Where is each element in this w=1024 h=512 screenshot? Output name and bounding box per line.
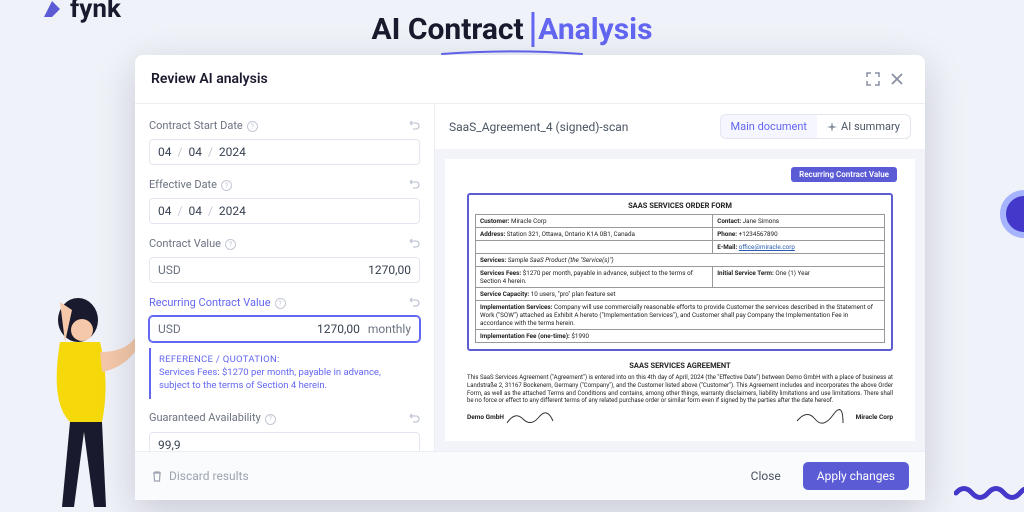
undo-icon[interactable] [408, 409, 420, 428]
trash-icon [151, 470, 163, 482]
highlight-badge: Recurring Contract Value [791, 167, 897, 182]
document-panel: SaaS_Agreement_4 (signed)-scan Main docu… [435, 104, 925, 451]
apply-changes-button[interactable]: Apply changes [803, 462, 909, 490]
discard-results-button[interactable]: Discard results [151, 469, 249, 483]
undo-icon[interactable] [408, 293, 420, 312]
undo-icon[interactable] [408, 175, 420, 194]
info-icon[interactable]: ? [225, 239, 236, 250]
document-page: Recurring Contract Value SAAS SERVICES O… [445, 159, 915, 441]
undo-icon[interactable] [408, 234, 420, 253]
guaranteed-availability-input[interactable]: 99,9 [149, 432, 420, 451]
field-recurring-value: Recurring Contract Value? USD 1270,00 mo… [149, 293, 420, 399]
field-contract-value: Contract Value? USD 1270,00 [149, 234, 420, 283]
document-viewer[interactable]: Recurring Contract Value SAAS SERVICES O… [435, 149, 925, 451]
doc-view-tabs: Main document AI summary [720, 114, 911, 139]
recurring-value-input[interactable]: USD 1270,00 monthly [149, 316, 420, 342]
expand-icon[interactable] [861, 67, 885, 91]
tab-main-document[interactable]: Main document [721, 115, 818, 138]
tab-ai-summary[interactable]: AI summary [817, 115, 910, 138]
info-icon[interactable]: ? [275, 298, 286, 309]
effective-date-input[interactable]: 04/ 04/ 2024 [149, 198, 420, 224]
field-contract-start-date: Contract Start Date? 04/ 04/ 2024 [149, 116, 420, 165]
deco-dot [1000, 190, 1024, 238]
modal-header: Review AI analysis [135, 55, 925, 104]
field-guaranteed-availability: Guaranteed Availability? 99,9 [149, 409, 420, 451]
close-icon[interactable] [885, 67, 909, 91]
page-title: AI Contract Analysis [371, 12, 652, 47]
form-panel: Contract Start Date? 04/ 04/ 2024 Effect… [135, 104, 435, 451]
modal-title: Review AI analysis [151, 71, 268, 87]
info-icon[interactable]: ? [265, 414, 276, 425]
modal-footer: Discard results Close Apply changes [135, 451, 925, 500]
contract-value-input[interactable]: USD 1270,00 [149, 257, 420, 283]
review-modal: Review AI analysis Contract Start Date? … [135, 55, 925, 500]
close-button[interactable]: Close [737, 462, 795, 490]
document-filename: SaaS_Agreement_4 (signed)-scan [449, 120, 710, 134]
info-icon[interactable]: ? [247, 121, 258, 132]
brand-logo: fynk [40, 0, 121, 24]
contract-start-date-input[interactable]: 04/ 04/ 2024 [149, 139, 420, 165]
sparkle-icon [827, 122, 837, 132]
info-icon[interactable]: ? [221, 180, 232, 191]
reference-quotation: REFERENCE / QUOTATION: Services Fees: $1… [149, 348, 420, 399]
deco-wave [954, 484, 1024, 502]
order-form-highlight: SAAS SERVICES ORDER FORM Customer: Mirac… [467, 193, 893, 351]
undo-icon[interactable] [408, 116, 420, 135]
field-effective-date: Effective Date? 04/ 04/ 2024 [149, 175, 420, 224]
